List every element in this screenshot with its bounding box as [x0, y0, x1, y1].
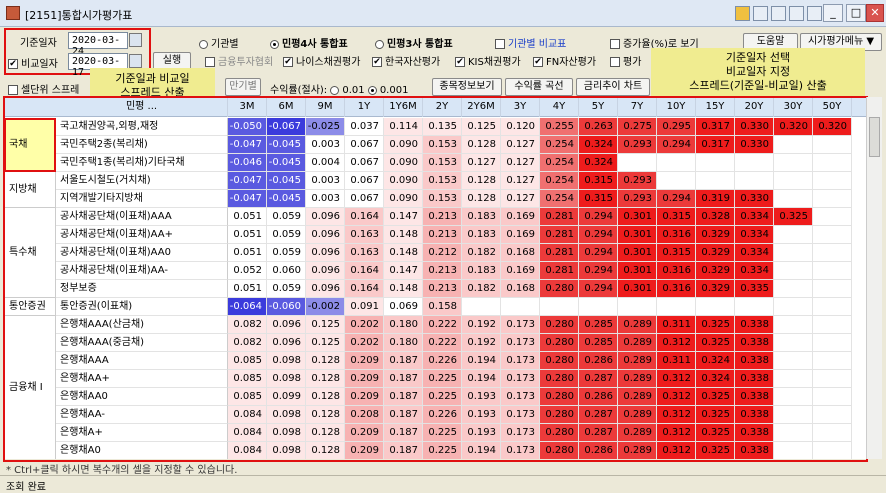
- minpyung3-label: 민평3사 통합표: [387, 39, 453, 50]
- close-button[interactable]: ✕: [866, 4, 884, 22]
- fn-checkbox[interactable]: ✔ FN자산평가: [533, 53, 596, 68]
- compare-date-label: 비교일자: [21, 59, 58, 70]
- vertical-scrollbar[interactable]: [866, 97, 882, 459]
- detail-label: 종목정보보기: [439, 81, 495, 92]
- check-icon: ✔: [455, 57, 465, 67]
- yield-label: 수익률(절사):: [270, 85, 328, 96]
- check-icon: [8, 85, 18, 95]
- radio-minpyung3[interactable]: 민평3사 통합표: [375, 35, 453, 50]
- korea-assess-label: 한국자산평가: [385, 57, 441, 68]
- status-text: 조회 완료: [6, 482, 46, 493]
- radio-icon[interactable]: [367, 85, 377, 95]
- compare-table-label: 기관별 비교표: [508, 39, 567, 50]
- minpyung4-label: 민평4사 통합표: [282, 39, 348, 50]
- check-icon: [205, 57, 215, 67]
- export-icon[interactable]: [753, 6, 768, 21]
- print-icon[interactable]: [789, 6, 804, 21]
- base-date-label: 기준일자: [20, 38, 57, 49]
- spread-checkbox[interactable]: 셀단위 스프레: [8, 81, 79, 96]
- chart-icon[interactable]: [771, 6, 786, 21]
- eval-menu-label: 시가평가메뉴 ▼: [807, 36, 875, 47]
- radio-by-institution[interactable]: 기관별: [199, 35, 239, 50]
- check-icon: [610, 39, 620, 49]
- trend-label: 금리추이 차트: [583, 81, 643, 92]
- check-icon: [610, 57, 620, 67]
- check-icon: [495, 39, 505, 49]
- maturity-button[interactable]: 만기별: [225, 78, 261, 96]
- opt1-label: 0.01: [342, 85, 365, 96]
- kis-checkbox[interactable]: ✔ KIS채권평가: [455, 53, 521, 68]
- detail-button[interactable]: 종목정보보기: [432, 78, 502, 96]
- toolbar-icons: [735, 6, 822, 21]
- maturity-label: 만기별: [229, 81, 257, 92]
- status-bar: 조회 완료: [0, 475, 886, 493]
- finance-assoc-label: 금융투자협회: [218, 57, 274, 68]
- check-icon: ✔: [372, 57, 382, 67]
- radio-icon: [199, 39, 208, 49]
- radio-icon[interactable]: [330, 85, 340, 95]
- annotation-procedure: 기준일자 선택 비교일자 지정 스프레드(기준일-비교일) 산출: [651, 48, 865, 98]
- avg-label: 평가: [623, 57, 642, 68]
- footnote: * Ctrl+클릭 하시면 복수개의 셀을 지정할 수 있습니다.: [6, 465, 238, 476]
- calendar-icon[interactable]: [129, 54, 142, 68]
- maximize-button[interactable]: □: [846, 4, 866, 22]
- annotation-line: 기준일과 비교일: [115, 72, 190, 85]
- annotation-line: 비교일자 지정: [725, 65, 791, 78]
- calendar-icon[interactable]: [129, 33, 142, 47]
- spread-label: 셀단위 스프레: [21, 85, 80, 96]
- help-icon[interactable]: [807, 6, 822, 21]
- check-icon: ✔: [533, 57, 543, 67]
- trend-chart-button[interactable]: 금리추이 차트: [576, 78, 650, 96]
- help-label: 도움말: [756, 36, 785, 47]
- radio-icon: [270, 39, 279, 49]
- nice-label: 나이스채권평가: [296, 57, 361, 68]
- yield-curve-button[interactable]: 수익률 곡선: [505, 78, 573, 96]
- bookmark-icon[interactable]: [735, 6, 750, 21]
- window-title: [2151]통합시가평가표: [25, 9, 133, 22]
- minimize-button[interactable]: _: [823, 4, 843, 22]
- yield-option: 수익률(절사): 0.01 0.001: [270, 81, 408, 96]
- kis-label: KIS채권평가: [468, 57, 521, 68]
- radio-minpyung4[interactable]: 민평4사 통합표: [270, 35, 348, 50]
- curve-label: 수익률 곡선: [514, 81, 564, 92]
- check-icon: ✔: [8, 59, 18, 69]
- finance-assoc-checkbox[interactable]: 금융투자협회: [205, 53, 273, 68]
- compare-date-checkbox[interactable]: ✔ 비교일자: [8, 55, 58, 70]
- korea-assess-checkbox[interactable]: ✔ 한국자산평가: [372, 53, 440, 68]
- annotation-line: 스프레드(기준일-비교일) 산출: [689, 79, 827, 92]
- opt2-label: 0.001: [379, 85, 409, 96]
- radio-icon: [375, 39, 384, 49]
- table-highlight: [3, 96, 868, 462]
- annotation-line: 기준일자 선택: [725, 51, 791, 64]
- by-institution-label: 기관별: [211, 39, 239, 50]
- avg-checkbox[interactable]: 평가: [610, 53, 641, 68]
- nice-checkbox[interactable]: ✔ 나이스채권평가: [283, 53, 360, 68]
- check-icon: ✔: [283, 57, 293, 67]
- compare-table-checkbox[interactable]: 기관별 비교표: [495, 35, 566, 50]
- scroll-thumb[interactable]: [869, 117, 880, 157]
- base-date-input[interactable]: 2020-03-24: [68, 32, 128, 57]
- app-icon: [6, 6, 20, 20]
- fn-label: FN자산평가: [546, 57, 597, 68]
- title-bar: [2151]통합시가평가표 _ □ ✕: [0, 0, 886, 27]
- run-label: 실행: [162, 55, 182, 66]
